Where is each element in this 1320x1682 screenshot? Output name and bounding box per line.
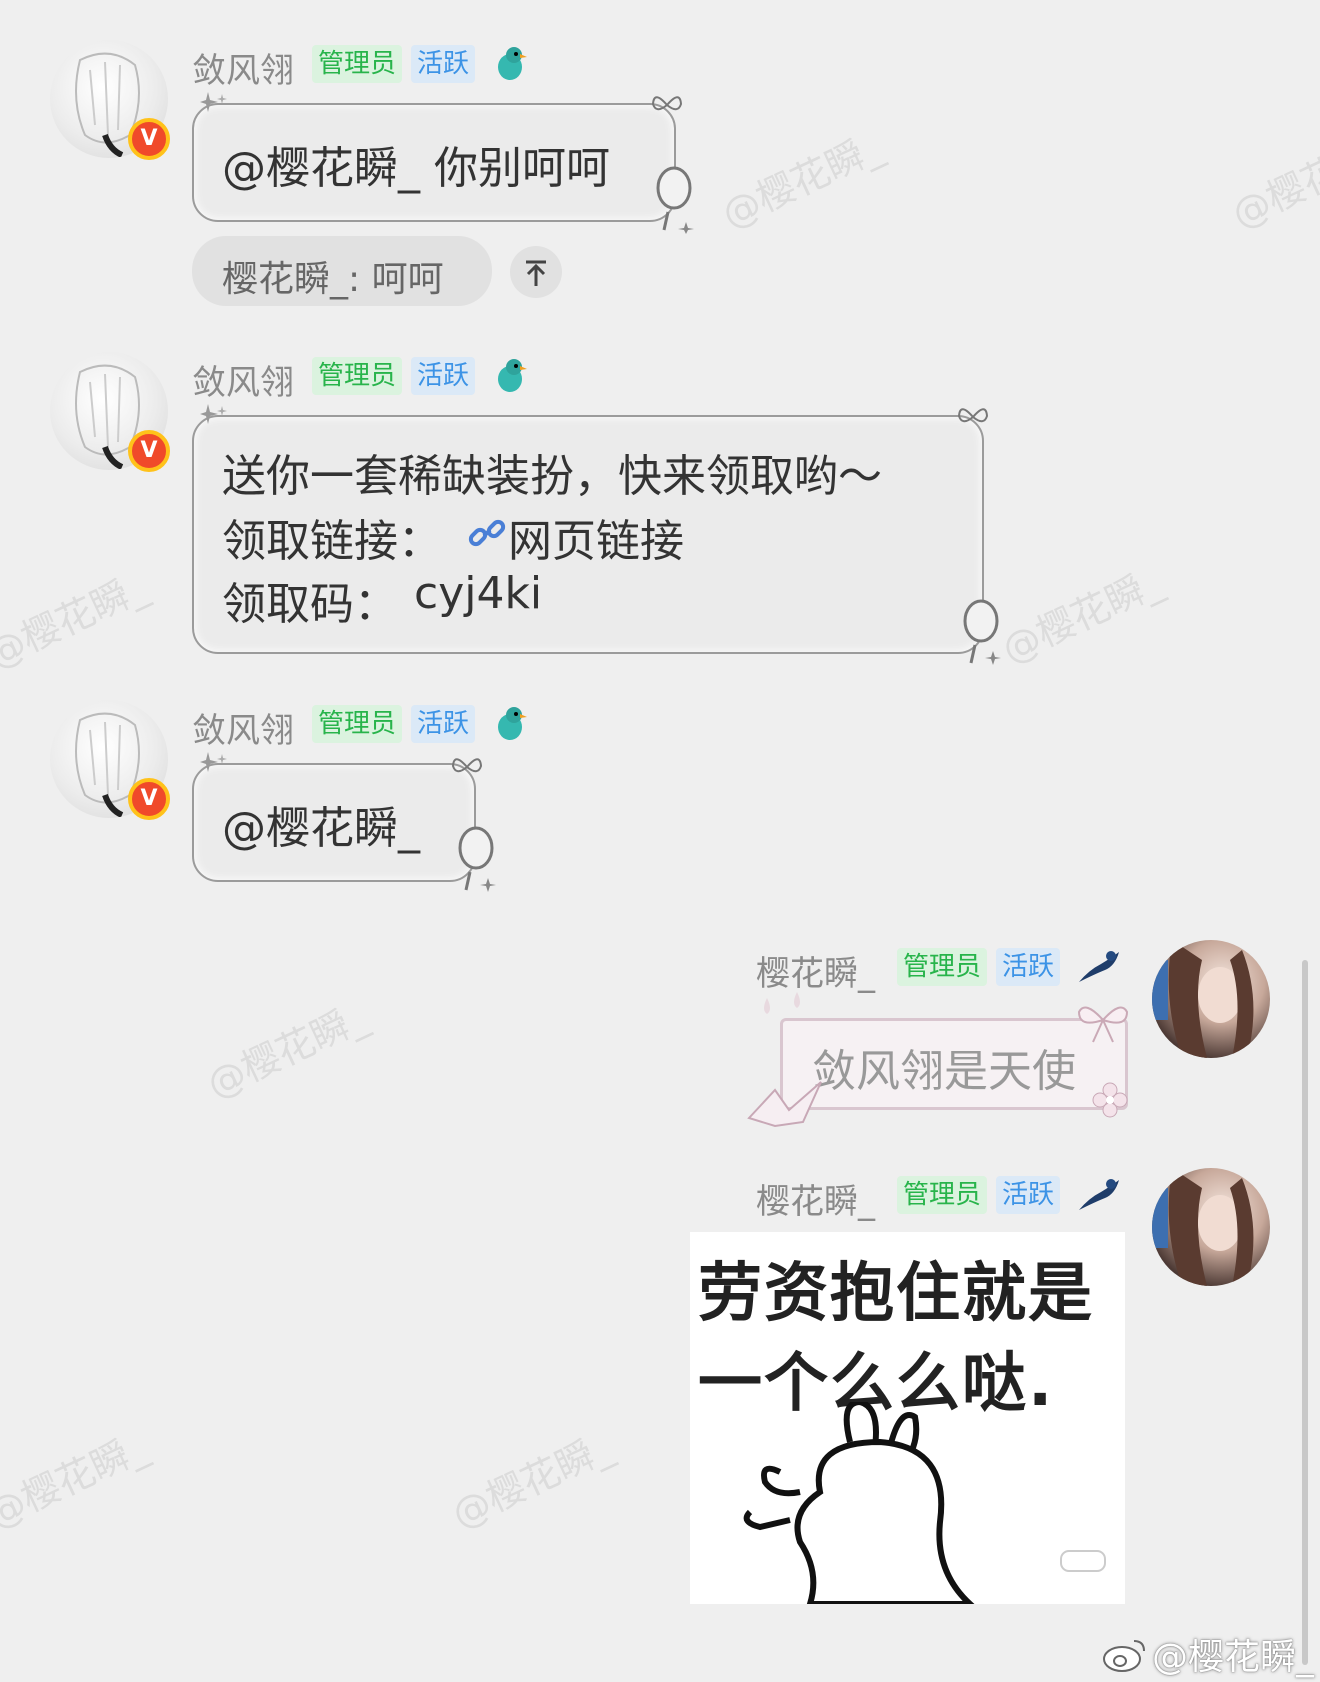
arrow-up-icon bbox=[526, 260, 546, 286]
watermark: @樱花瞬_ bbox=[0, 1424, 154, 1537]
mirror-icon bbox=[656, 166, 694, 234]
active-tag: 活跃 bbox=[996, 1176, 1061, 1214]
sender-name[interactable]: 樱花瞬_ bbox=[756, 946, 875, 995]
message-text: @樱花瞬_ 你别呵呵 bbox=[222, 143, 610, 194]
avatar[interactable] bbox=[1152, 940, 1270, 1058]
claim-code[interactable]: cyj4ki bbox=[414, 568, 542, 619]
message-text: 敛风翎是天使 bbox=[812, 1046, 1076, 1097]
watermark: @樱花瞬_ bbox=[715, 124, 889, 237]
sender-name[interactable]: 樱花瞬_ bbox=[756, 1174, 875, 1223]
sticker-image[interactable]: 劳资抱住就是 一个么么哒. bbox=[690, 1232, 1125, 1604]
verified-badge-icon: V bbox=[128, 778, 170, 820]
avatar-photo-icon bbox=[1152, 940, 1254, 1058]
sparkle-icon bbox=[200, 92, 227, 112]
admin-tag: 管理员 bbox=[312, 705, 403, 743]
bird-badge-icon bbox=[1079, 1179, 1119, 1210]
watermark: @樱花瞬_ bbox=[200, 994, 374, 1107]
mirror-icon bbox=[963, 599, 1001, 665]
active-tag: 活跃 bbox=[411, 357, 476, 395]
watermark: @樱花瞬_ bbox=[1225, 124, 1320, 237]
active-tag: 活跃 bbox=[411, 705, 476, 743]
mirror-icon bbox=[458, 826, 496, 892]
droplet-icon bbox=[764, 992, 800, 1014]
sender-name[interactable]: 敛风翎 bbox=[192, 355, 294, 404]
active-tag: 活跃 bbox=[996, 948, 1061, 986]
scrollbar[interactable] bbox=[1302, 960, 1308, 1665]
admin-tag: 管理员 bbox=[897, 1176, 988, 1214]
footer-handle: @樱花瞬_ bbox=[1152, 1637, 1315, 1678]
butterfly-icon bbox=[957, 408, 989, 423]
claim-code-label: 领取码： bbox=[222, 579, 398, 630]
active-tag: 活跃 bbox=[411, 45, 476, 83]
weibo-logo-icon bbox=[1103, 1640, 1145, 1672]
claim-link-label: 领取链接： bbox=[222, 516, 442, 567]
paper-crane-icon bbox=[747, 1081, 822, 1128]
watermark: @樱花瞬_ bbox=[445, 1424, 619, 1537]
web-link[interactable]: 网页链接 bbox=[508, 505, 684, 569]
butterfly-icon bbox=[451, 758, 483, 773]
verified-badge-icon: V bbox=[128, 430, 170, 472]
quoted-reply-text: 樱花瞬_: 呵呵 bbox=[222, 259, 444, 300]
verified-badge-icon: V bbox=[128, 118, 170, 160]
admin-tag: 管理员 bbox=[312, 357, 403, 395]
sticker-watermark bbox=[1060, 1550, 1106, 1572]
sender-name[interactable]: 敛风翎 bbox=[192, 43, 294, 92]
flower-icon bbox=[1092, 1082, 1128, 1118]
sender-name[interactable]: 敛风翎 bbox=[192, 703, 294, 752]
avatar[interactable] bbox=[1152, 1168, 1270, 1286]
sparkle-icon bbox=[200, 404, 227, 424]
admin-tag: 管理员 bbox=[897, 948, 988, 986]
bird-badge-icon bbox=[498, 359, 527, 392]
avatar-photo-icon bbox=[1152, 1168, 1254, 1286]
rabbit-illustration-icon bbox=[743, 1402, 975, 1604]
bow-icon bbox=[1077, 1006, 1129, 1043]
jump-to-quote-button[interactable] bbox=[510, 246, 562, 298]
sticker-text-line-1: 劳资抱住就是 bbox=[698, 1257, 1094, 1331]
bird-badge-icon bbox=[498, 707, 527, 740]
message-line-1: 送你一套稀缺装扮，快来领取哟～ bbox=[222, 451, 882, 502]
bird-badge-icon bbox=[1079, 951, 1119, 982]
message-text: @樱花瞬_ bbox=[222, 803, 420, 854]
sparkle-icon bbox=[200, 752, 227, 772]
butterfly-icon bbox=[651, 96, 683, 111]
bird-badge-icon bbox=[498, 47, 527, 80]
watermark: @樱花瞬_ bbox=[995, 559, 1169, 672]
link-icon bbox=[468, 519, 506, 547]
watermark: @樱花瞬_ bbox=[0, 564, 154, 677]
admin-tag: 管理员 bbox=[312, 45, 403, 83]
